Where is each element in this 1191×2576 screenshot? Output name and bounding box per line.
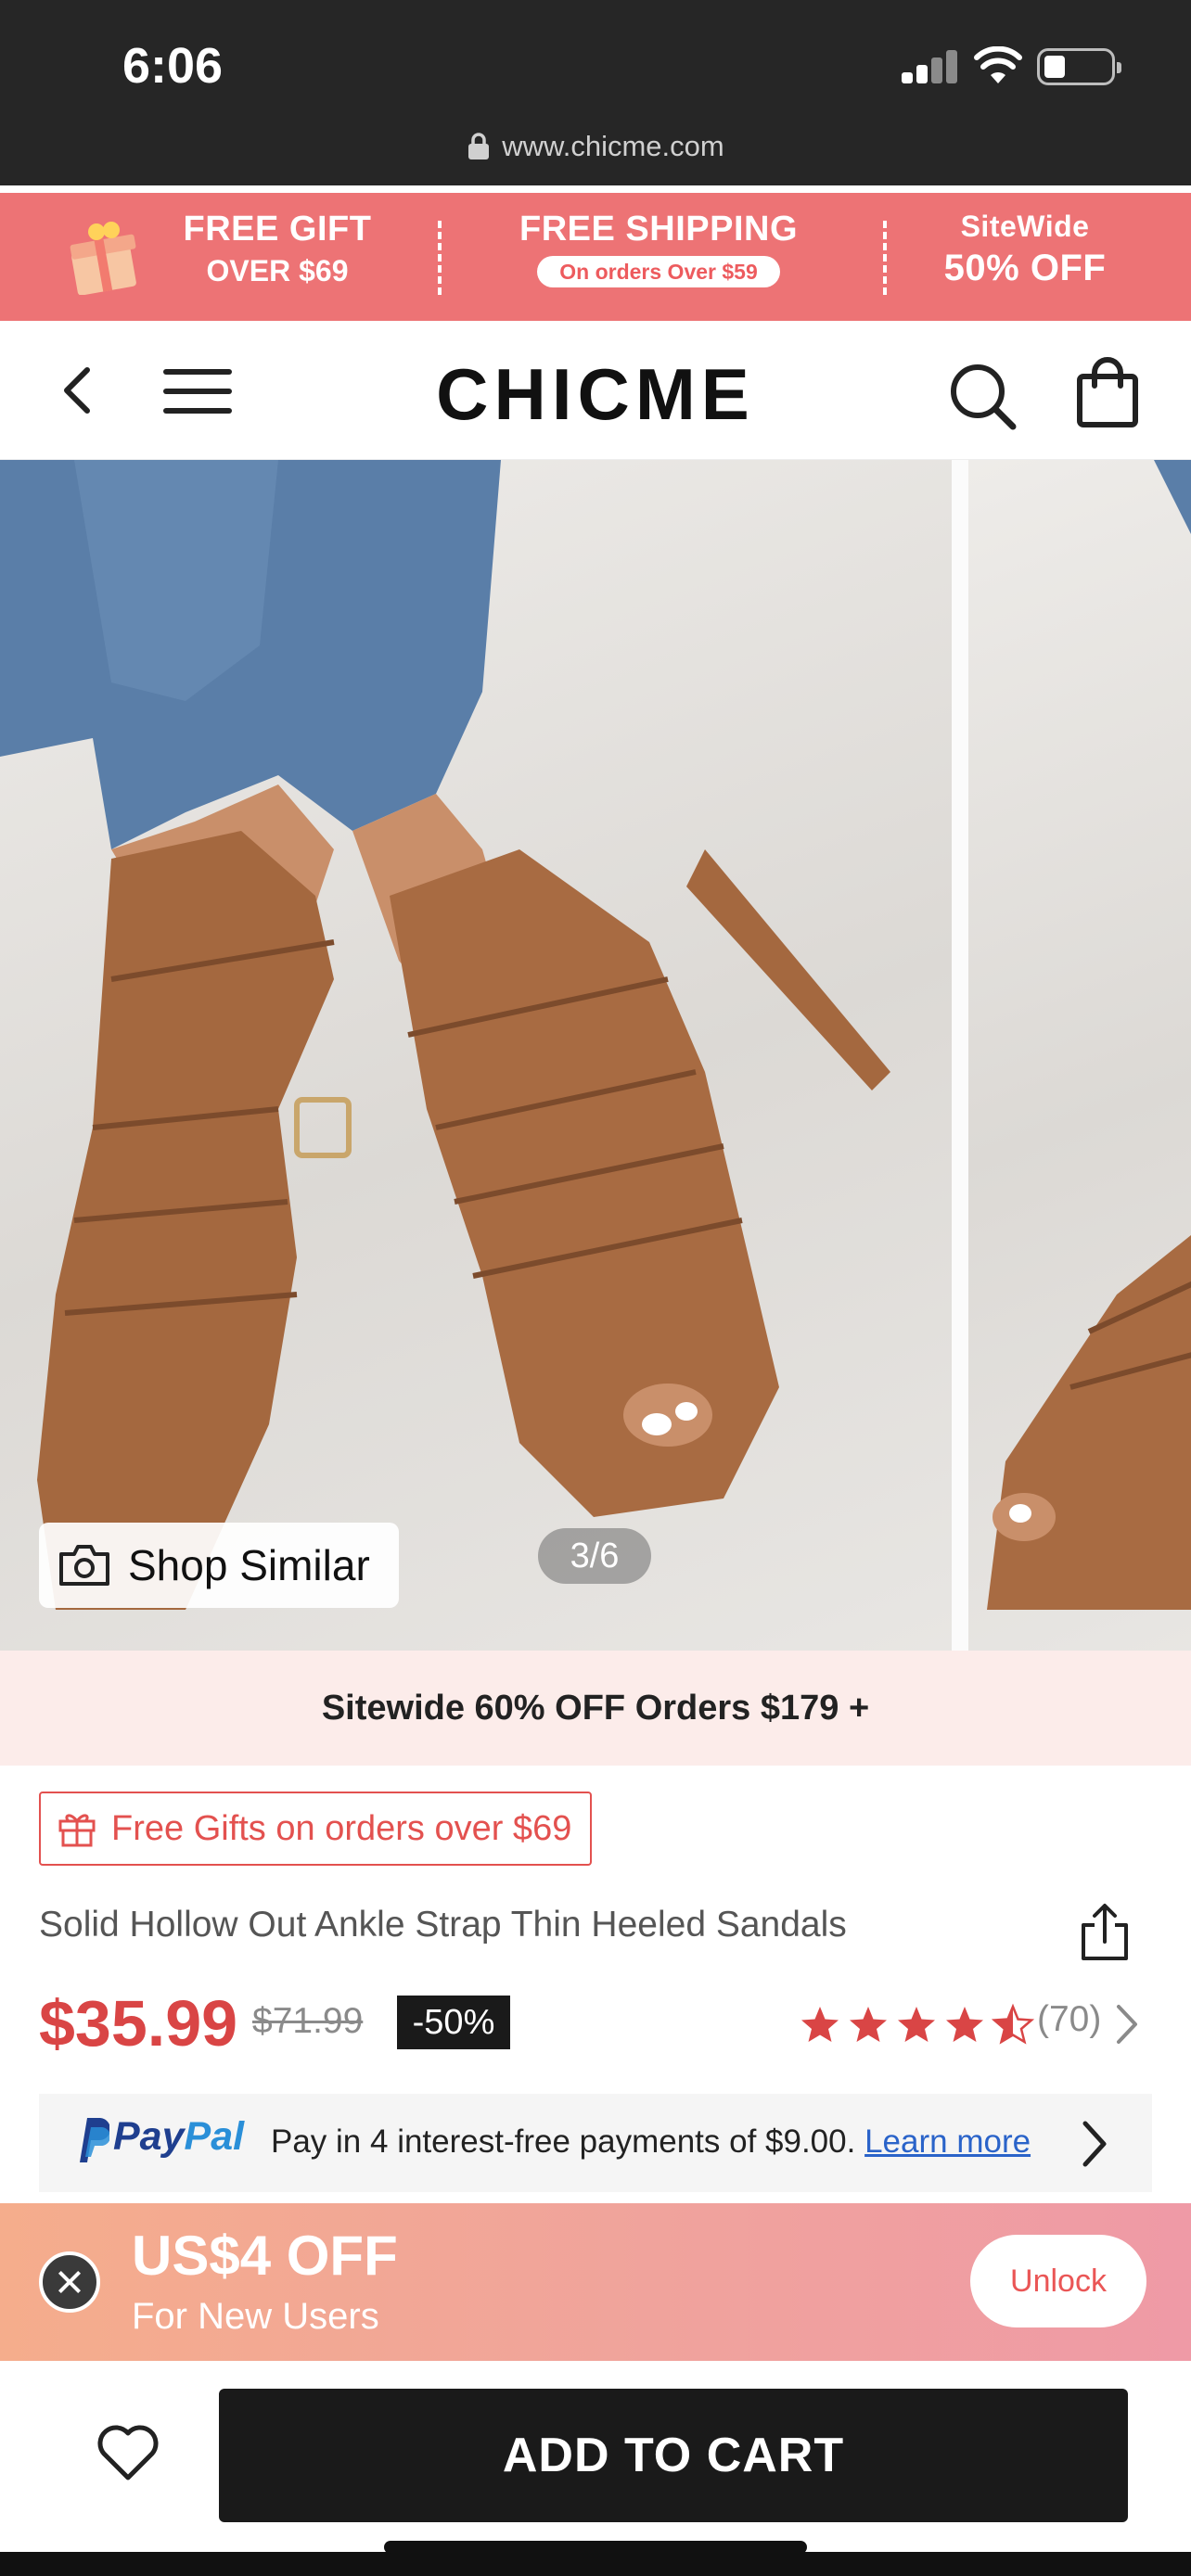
- free-gift-promo: FREE GIFT OVER $69: [152, 210, 403, 287]
- paypal-wordmark-pal: Pal: [184, 2114, 245, 2159]
- star-icon: [850, 2007, 887, 2042]
- search-icon[interactable]: [944, 358, 1018, 432]
- current-price: $35.99: [39, 1987, 238, 2060]
- original-price: $71.99: [252, 2001, 364, 2041]
- discount-badge: -50%: [397, 1996, 510, 2049]
- camera-icon: [59, 1545, 109, 1586]
- free-gifts-label: Free Gifts on orders over $69: [111, 1809, 572, 1848]
- free-gift-title: FREE GIFT: [183, 210, 372, 249]
- shop-similar-label: Shop Similar: [128, 1541, 370, 1589]
- paypal-logo-icon: [80, 2118, 109, 2162]
- learn-more-link[interactable]: Learn more: [864, 2123, 1031, 2160]
- review-count[interactable]: (70): [1037, 1999, 1101, 2040]
- carousel-gap: [952, 460, 968, 1651]
- add-to-cart-button[interactable]: ADD TO CART: [219, 2389, 1128, 2522]
- free-shipping-sub: On orders Over $59: [537, 255, 780, 288]
- free-shipping-promo: FREE SHIPPING On orders Over $59: [464, 210, 853, 288]
- free-gift-sub: OVER $69: [206, 253, 349, 287]
- lock-icon: [468, 133, 490, 159]
- shopping-bag-icon[interactable]: [1074, 356, 1141, 428]
- promo-divider: [438, 221, 442, 295]
- paypal-installments-banner[interactable]: PayPal Pay in 4 interest-free payments o…: [39, 2094, 1152, 2192]
- paypal-message: Pay in 4 interest-free payments of $9.00…: [271, 2123, 856, 2160]
- star-icon: [898, 2007, 935, 2042]
- wifi-icon: [974, 46, 1022, 83]
- coupon-subtitle: For New Users: [132, 2296, 379, 2337]
- free-shipping-title: FREE SHIPPING: [519, 210, 798, 249]
- shop-similar-button[interactable]: Shop Similar: [39, 1523, 399, 1608]
- product-image[interactable]: [0, 460, 952, 1651]
- coupon-amount: US$4 OFF: [132, 2225, 398, 2287]
- chevron-left-icon[interactable]: [56, 363, 102, 418]
- sitewide-offer-strip[interactable]: Sitewide 60% OFF Orders $179 +: [0, 1651, 1191, 1766]
- url-bar[interactable]: www.chicme.com: [0, 119, 1191, 174]
- rating-stars[interactable]: [800, 2001, 1037, 2047]
- home-indicator[interactable]: [384, 2541, 807, 2554]
- product-image-next[interactable]: [968, 460, 1191, 1651]
- battery-icon: [1037, 48, 1121, 85]
- sitewide-promo: SiteWide 50% OFF: [902, 210, 1148, 288]
- image-counter: 3/6: [538, 1528, 651, 1584]
- promo-banner[interactable]: FREE GIFT OVER $69 FREE SHIPPING On orde…: [0, 193, 1191, 321]
- clock: 6:06: [122, 38, 224, 94]
- gift-box-icon: [70, 222, 136, 295]
- site-logo[interactable]: CHICME: [371, 352, 820, 437]
- close-icon[interactable]: [39, 2251, 100, 2313]
- menu-icon[interactable]: [163, 365, 232, 417]
- chevron-right-icon[interactable]: [1078, 2118, 1111, 2170]
- unlock-button[interactable]: Unlock: [970, 2235, 1146, 2327]
- new-user-coupon-bar: US$4 OFF For New Users Unlock: [0, 2203, 1191, 2361]
- star-icon: [946, 2007, 983, 2042]
- paypal-wordmark: PayPal: [113, 2114, 244, 2160]
- free-gifts-badge[interactable]: Free Gifts on orders over $69: [39, 1792, 593, 1866]
- paypal-text: Pay in 4 interest-free payments of $9.00…: [271, 2123, 1031, 2161]
- heart-icon[interactable]: [95, 2422, 161, 2483]
- site-header: CHICME: [0, 321, 1191, 460]
- promo-divider: [883, 221, 887, 295]
- sitewide-title: SiteWide: [960, 210, 1090, 243]
- star-icon: [801, 2007, 839, 2042]
- product-image-carousel[interactable]: Shop Similar 3/6: [0, 460, 1191, 1651]
- share-icon[interactable]: [1076, 1901, 1133, 1964]
- product-title: Solid Hollow Out Ankle Strap Thin Heeled…: [39, 1905, 847, 1945]
- signal-icon: [902, 50, 957, 83]
- home-bar: [0, 2552, 1191, 2576]
- half-star-icon: [992, 2005, 1033, 2044]
- chevron-right-icon[interactable]: [1111, 2001, 1143, 2047]
- sandal-photo-next: [987, 460, 1191, 1610]
- url-text: www.chicme.com: [502, 130, 724, 162]
- sandal-photo: [0, 460, 890, 1610]
- sitewide-sub: 50% OFF: [943, 247, 1107, 288]
- paypal-wordmark-pay: Pay: [113, 2114, 185, 2159]
- gift-icon: [58, 1814, 96, 1847]
- status-bar: 6:06 www.chicme.com: [0, 0, 1191, 185]
